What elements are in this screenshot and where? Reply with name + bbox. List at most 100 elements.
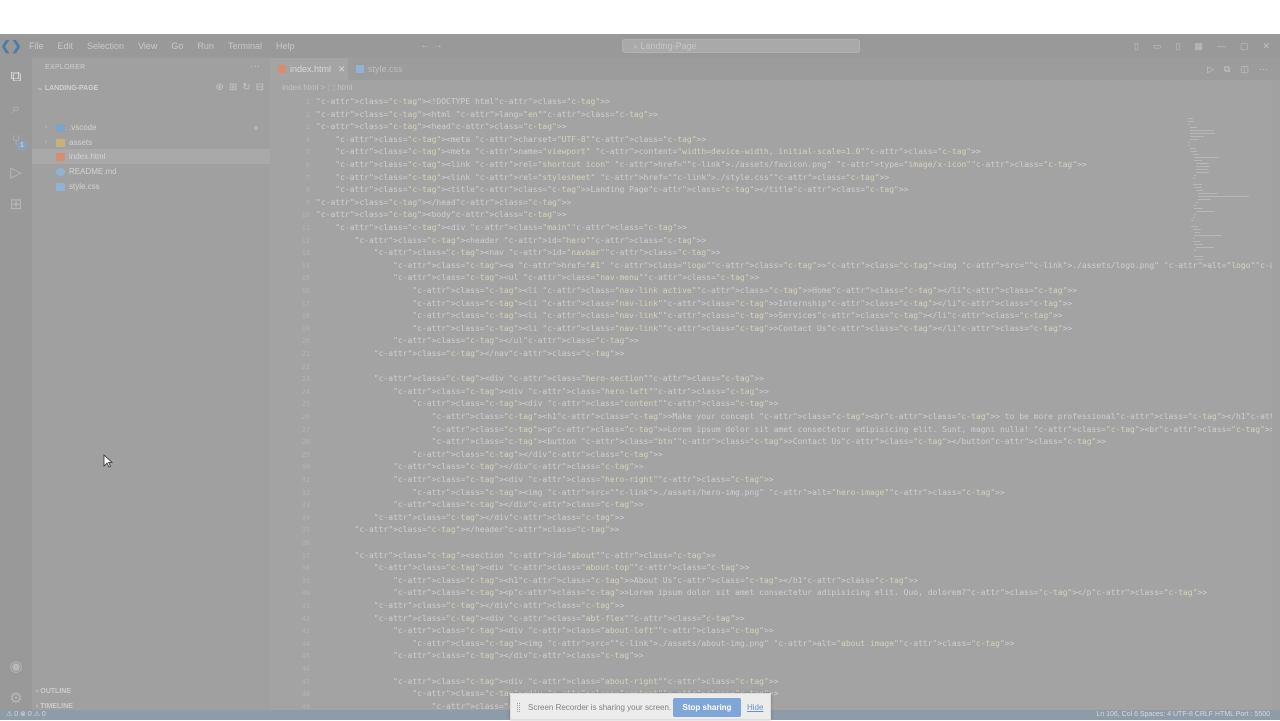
minimize-icon[interactable]: —	[1217, 34, 1226, 58]
hide-link[interactable]: Hide	[747, 694, 763, 721]
tab-index-html[interactable]: index.html ✕	[270, 58, 348, 80]
run-debug-icon[interactable]: ▷	[6, 164, 26, 182]
breadcrumb[interactable]: index.html > ⬚ html	[282, 81, 352, 95]
layout-panel-icon[interactable]: ▭	[1153, 34, 1162, 58]
layout-sidebar-icon[interactable]: ▯	[1134, 34, 1139, 58]
code-line[interactable]: 2 "c-attr">class="c-tag"><html "c-attr">l…	[270, 109, 1280, 122]
tree-item-vscode[interactable]: › .vscode	[32, 120, 270, 135]
code-line[interactable]: 14 "c-attr">class="c-tag"><a "c-attr">hr…	[270, 260, 1280, 273]
command-center-search[interactable]: ⌕ Landing-Page	[622, 39, 860, 53]
code-line[interactable]: 47 "c-attr">class="c-tag"><div "c-attr">…	[270, 676, 1280, 689]
code-line[interactable]: 9 "c-attr">class="c-tag"></head"c-attr">c…	[270, 197, 1280, 210]
more-icon[interactable]: ···	[1259, 58, 1268, 80]
nav-arrows[interactable]: ← →	[420, 34, 443, 58]
code-line[interactable]: 11 "c-attr">class="c-tag"><div "c-attr">…	[270, 222, 1280, 235]
code-line[interactable]: 5 "c-attr">class="c-tag"><meta "c-attr">…	[270, 146, 1280, 159]
source-control-icon[interactable]: ⑂ 1	[6, 132, 27, 151]
code-line[interactable]: 7 "c-attr">class="c-tag"><link "c-attr">…	[270, 172, 1280, 185]
code-line[interactable]: 30 "c-attr">class="c-tag"></div"c-attr">…	[270, 461, 1280, 474]
code-line[interactable]: 4 "c-attr">class="c-tag"><meta "c-attr">…	[270, 134, 1280, 147]
code-line[interactable]: 46	[270, 663, 1280, 676]
code-line[interactable]: 19 "c-attr">class="c-tag"><li "c-attr">c…	[270, 323, 1280, 336]
close-icon[interactable]: ✕	[1262, 34, 1270, 58]
more-actions-icon[interactable]: ···	[250, 61, 260, 72]
code-line[interactable]: 38 "c-attr">class="c-tag"><div "c-attr">…	[270, 562, 1280, 575]
status-right[interactable]: Ln 106, Col 6 Spaces: 4 UTF-8 CRLF HTML …	[1096, 710, 1270, 720]
code-line[interactable]: 29 "c-attr">class="c-tag"></div"c-attr">…	[270, 449, 1280, 462]
code-line[interactable]: 27 "c-attr">class="c-tag"><p"c-attr">cla…	[270, 424, 1280, 437]
tree-item-assets[interactable]: › assets	[32, 135, 270, 150]
close-tab-icon[interactable]: ✕	[338, 64, 346, 74]
outline-section[interactable]: › OUTLINE	[32, 684, 270, 699]
code-line[interactable]: 10 "c-attr">class="c-tag"><body"c-attr">c…	[270, 209, 1280, 222]
code-line[interactable]: 25 "c-attr">class="c-tag"><div "c-attr">…	[270, 398, 1280, 411]
tree-item-index-html[interactable]: index.html	[32, 149, 270, 165]
new-folder-icon[interactable]: ⊞	[229, 82, 237, 93]
drag-handle-icon[interactable]	[517, 703, 520, 712]
tab-style-css[interactable]: style.css	[348, 58, 424, 80]
layout-aux-icon[interactable]: ▯	[1175, 34, 1180, 58]
folder-header[interactable]: ⌄ LANDING-PAGE ⊕ ⊞ ↻ ⊟	[32, 81, 270, 97]
split-editor-icon[interactable]: ◫	[1240, 58, 1249, 80]
search-icon[interactable]: ⌕	[6, 100, 26, 118]
maximize-icon[interactable]: ▢	[1240, 34, 1249, 58]
code-line[interactable]: 26 "c-attr">class="c-tag"><h1"c-attr">cl…	[270, 411, 1280, 424]
run-icon[interactable]: ▷	[1207, 58, 1214, 80]
extensions-icon[interactable]: ⊞	[6, 196, 26, 214]
code-line[interactable]: 43 "c-attr">class="c-tag"><div "c-attr">…	[270, 625, 1280, 638]
code-line[interactable]: 31 "c-attr">class="c-tag"><div "c-attr">…	[270, 474, 1280, 487]
code-line[interactable]: 41 "c-attr">class="c-tag"></div"c-attr">…	[270, 600, 1280, 613]
menu-item-run[interactable]: Run	[190, 34, 221, 58]
code-line[interactable]: 42 "c-attr">class="c-tag"><div "c-attr">…	[270, 613, 1280, 626]
customize-layout-icon[interactable]: ▦	[1194, 34, 1203, 58]
new-file-icon[interactable]: ⊕	[215, 82, 223, 93]
code-line[interactable]: 37 "c-attr">class="c-tag"><section "c-at…	[270, 550, 1280, 563]
open-preview-icon[interactable]: ⧉	[1224, 58, 1230, 80]
menu-item-file[interactable]: File	[22, 34, 51, 58]
minimap[interactable]	[1188, 118, 1258, 278]
code-line[interactable]: 44 "c-attr">class="c-tag"><img "c-attr">…	[270, 638, 1280, 651]
code-view[interactable]: 1 "c-attr">class="c-tag"><!DOCTYPE html"c…	[270, 96, 1280, 720]
code-line[interactable]: 33 "c-attr">class="c-tag"></div"c-attr">…	[270, 499, 1280, 512]
code-line[interactable]: 16 "c-attr">class="c-tag"><li "c-attr">c…	[270, 285, 1280, 298]
menu-item-help[interactable]: Help	[269, 34, 302, 58]
code-line[interactable]: 12 "c-attr">class="c-tag"><header "c-att…	[270, 235, 1280, 248]
code-line[interactable]: 21 "c-attr">class="c-tag"></nav"c-attr">…	[270, 348, 1280, 361]
code-line[interactable]: 6 "c-attr">class="c-tag"><link "c-attr">…	[270, 159, 1280, 172]
code-line[interactable]: 13 "c-attr">class="c-tag"><nav "c-attr">…	[270, 247, 1280, 260]
code-line[interactable]: 20 "c-attr">class="c-tag"></ul"c-attr">c…	[270, 335, 1280, 348]
menu-item-selection[interactable]: Selection	[80, 34, 131, 58]
code-line[interactable]: 32 "c-attr">class="c-tag"><img "c-attr">…	[270, 487, 1280, 500]
menu-item-edit[interactable]: Edit	[51, 34, 81, 58]
code-line[interactable]: 17 "c-attr">class="c-tag"><li "c-attr">c…	[270, 298, 1280, 311]
code-line[interactable]: 36	[270, 537, 1280, 550]
code-line[interactable]: 45 "c-attr">class="c-tag"></div"c-attr">…	[270, 650, 1280, 663]
menu-item-go[interactable]: Go	[164, 34, 190, 58]
explorer-icon[interactable]: ⧉	[6, 68, 26, 86]
account-icon[interactable]: ◉	[6, 658, 26, 676]
code-line[interactable]: 48 "c-attr">class="c-tag"><div "c-attr">…	[270, 688, 1280, 701]
menu-item-view[interactable]: View	[131, 34, 164, 58]
refresh-icon[interactable]: ↻	[242, 82, 250, 93]
code-line[interactable]: 24 "c-attr">class="c-tag"><div "c-attr">…	[270, 386, 1280, 399]
tree-item-style-css[interactable]: style.css	[32, 179, 270, 194]
code-line[interactable]: 39 "c-attr">class="c-tag"><h1"c-attr">cl…	[270, 575, 1280, 588]
menu-item-terminal[interactable]: Terminal	[221, 34, 269, 58]
tree-item-readme-md[interactable]: README.md	[32, 164, 270, 179]
code-line[interactable]: 34 "c-attr">class="c-tag"></div"c-attr">…	[270, 512, 1280, 525]
code-line[interactable]: 8 "c-attr">class="c-tag"><title"c-attr">…	[270, 184, 1280, 197]
code-line[interactable]: 1 "c-attr">class="c-tag"><!DOCTYPE html"c…	[270, 96, 1280, 109]
code-line[interactable]: 18 "c-attr">class="c-tag"><li "c-attr">c…	[270, 310, 1280, 323]
vertical-scrollbar[interactable]	[1272, 80, 1280, 720]
code-line[interactable]: 22	[270, 361, 1280, 374]
code-line[interactable]: 40 "c-attr">class="c-tag"><p"c-attr">cla…	[270, 587, 1280, 600]
collapse-icon[interactable]: ⊟	[256, 82, 264, 93]
code-line[interactable]: 35 "c-attr">class="c-tag"></header"c-att…	[270, 524, 1280, 537]
status-left[interactable]: ⚠ 0 ⊗ 0 ⚠ 0	[6, 710, 46, 720]
code-line[interactable]: 3 "c-attr">class="c-tag"><head"c-attr">cl…	[270, 121, 1280, 134]
gear-icon[interactable]: ⚙	[6, 690, 26, 708]
code-line[interactable]: 15 "c-attr">class="c-tag"><ul "c-attr">c…	[270, 272, 1280, 285]
code-line[interactable]: 23 "c-attr">class="c-tag"><div "c-attr">…	[270, 373, 1280, 386]
code-line[interactable]: 28 "c-attr">class="c-tag"><button "c-att…	[270, 436, 1280, 449]
stop-sharing-button[interactable]: Stop sharing	[673, 698, 741, 717]
